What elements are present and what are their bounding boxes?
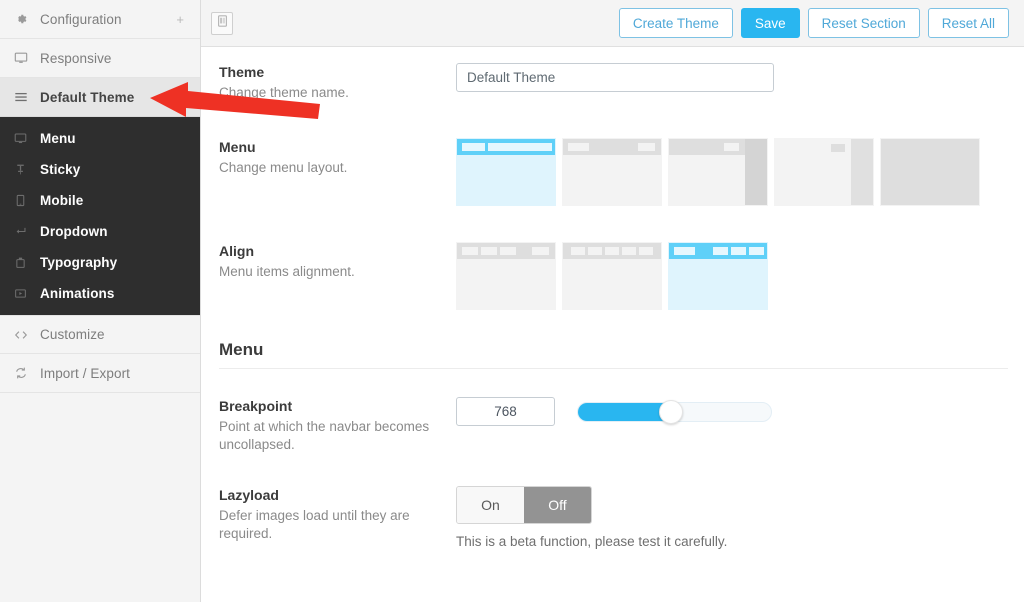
main-panel: Create Theme Save Reset Section Reset Al… xyxy=(201,0,1024,602)
breakpoint-row: Breakpoint Point at which the navbar bec… xyxy=(219,369,1008,454)
code-brackets-icon xyxy=(14,328,40,342)
monitor-icon xyxy=(14,132,40,145)
sidebar-item-responsive[interactable]: Responsive xyxy=(0,39,200,78)
settings-content: Theme Change theme name. Menu Change men… xyxy=(201,47,1024,602)
sidebar-item-label: Typography xyxy=(40,255,118,270)
align-row: Align Menu items alignment. xyxy=(219,206,1008,310)
sidebar-item-typography[interactable]: Typography xyxy=(0,247,200,278)
sidebar-item-label: Configuration xyxy=(40,11,122,27)
play-box-icon xyxy=(14,287,40,300)
lazyload-toggle-off[interactable]: Off xyxy=(524,487,591,523)
reset-section-button[interactable]: Reset Section xyxy=(807,8,920,38)
align-row-subtitle: Menu items alignment. xyxy=(219,264,355,279)
sidebar-item-label: Menu xyxy=(40,131,76,146)
menu-layout-row: Menu Change menu layout. xyxy=(219,102,1008,206)
menu-section-heading: Menu xyxy=(219,340,1008,369)
lazyload-description: Lazyload Defer images load until they ar… xyxy=(219,486,456,543)
sidebar-item-menu[interactable]: Menu xyxy=(0,123,200,154)
breakpoint-subtitle: Point at which the navbar becomes uncoll… xyxy=(219,419,430,452)
breakpoint-input[interactable] xyxy=(456,397,555,426)
sidebar-item-label: Responsive xyxy=(40,50,112,66)
lazyload-beta-note: This is a beta function, please test it … xyxy=(456,534,728,549)
sidebar-item-label: Default Theme xyxy=(40,89,135,105)
reset-all-button[interactable]: Reset All xyxy=(927,8,1009,38)
menu-layout-option-top-bar-split[interactable] xyxy=(562,138,662,206)
theme-row-description: Theme Change theme name. xyxy=(219,63,456,102)
sidebar-item-label: Sticky xyxy=(40,162,81,177)
sidebar-item-dropdown[interactable]: Dropdown xyxy=(0,216,200,247)
sidebar-item-configuration[interactable]: Configuration + xyxy=(0,0,200,39)
save-button[interactable]: Save xyxy=(740,8,800,38)
theme-name-input[interactable] xyxy=(456,63,774,92)
menu-layout-subtitle: Change menu layout. xyxy=(219,160,348,175)
theme-row-title: Theme xyxy=(219,64,265,80)
sidebar-item-import-export[interactable]: Import / Export xyxy=(0,354,200,393)
theme-row: Theme Change theme name. xyxy=(219,47,1008,102)
sidebar-item-label: Import / Export xyxy=(40,365,131,381)
menu-layout-options xyxy=(456,138,1008,206)
theme-row-control xyxy=(456,63,1008,92)
align-option-center[interactable] xyxy=(562,242,662,310)
breakpoint-slider[interactable] xyxy=(577,399,772,424)
lazyload-control: On Off This is a beta function, please t… xyxy=(456,486,1008,549)
app-window: Configuration + Responsive Default Theme… xyxy=(0,0,1024,602)
menu-layout-option-top-bar[interactable] xyxy=(456,138,556,206)
sync-icon xyxy=(14,366,40,380)
sidebar-item-label: Mobile xyxy=(40,193,84,208)
sidebar-submenu: Menu Sticky Mobile Dropdown Typography A… xyxy=(0,117,200,315)
slider-handle[interactable] xyxy=(659,399,684,424)
mobile-icon xyxy=(14,194,40,207)
expand-plus-icon[interactable]: + xyxy=(176,13,188,26)
enter-arrow-icon xyxy=(14,225,40,238)
align-row-description: Align Menu items alignment. xyxy=(219,242,456,281)
font-icon xyxy=(14,256,40,269)
breakpoint-description: Breakpoint Point at which the navbar bec… xyxy=(219,397,456,454)
sidebar-item-customize[interactable]: Customize xyxy=(0,315,200,354)
breakpoint-control xyxy=(456,397,1008,426)
theme-row-subtitle: Change theme name. xyxy=(219,85,349,100)
slider-fill xyxy=(578,402,669,421)
device-preview-button[interactable] xyxy=(211,11,233,35)
device-preview-icon xyxy=(216,14,229,33)
sidebar-item-label: Animations xyxy=(40,286,115,301)
sidebar-item-label: Dropdown xyxy=(40,224,108,239)
lazyload-subtitle: Defer images load until they are require… xyxy=(219,508,410,541)
gear-icon xyxy=(14,12,40,26)
menu-layout-description: Menu Change menu layout. xyxy=(219,138,456,177)
align-option-right[interactable] xyxy=(668,242,768,310)
align-options xyxy=(456,242,1008,310)
sidebar-item-sticky[interactable]: Sticky xyxy=(0,154,200,185)
pin-icon xyxy=(14,163,40,176)
lazyload-row: Lazyload Defer images load until they ar… xyxy=(219,454,1008,549)
align-option-left[interactable] xyxy=(456,242,556,310)
sidebar-item-default-theme[interactable]: Default Theme xyxy=(0,78,200,117)
lazyload-toggle-on[interactable]: On xyxy=(457,487,524,523)
sidebar-item-label: Customize xyxy=(40,327,105,342)
sidebar-item-animations[interactable]: Animations xyxy=(0,278,200,309)
menu-layout-option-plain[interactable] xyxy=(880,138,980,206)
menu-layout-option-top-bar-right-sidebar[interactable] xyxy=(668,138,768,206)
menu-layout-title: Menu xyxy=(219,139,256,155)
top-toolbar: Create Theme Save Reset Section Reset Al… xyxy=(201,0,1024,47)
menu-layout-option-right-sidebar[interactable] xyxy=(774,138,874,206)
create-theme-button[interactable]: Create Theme xyxy=(618,8,733,38)
breakpoint-title: Breakpoint xyxy=(219,398,293,414)
sidebar: Configuration + Responsive Default Theme… xyxy=(0,0,201,602)
sidebar-item-mobile[interactable]: Mobile xyxy=(0,185,200,216)
hamburger-icon xyxy=(14,90,40,104)
lazyload-title: Lazyload xyxy=(219,487,279,503)
monitor-icon xyxy=(14,51,40,65)
lazyload-toggle[interactable]: On Off xyxy=(456,486,592,524)
align-row-title: Align xyxy=(219,243,254,259)
